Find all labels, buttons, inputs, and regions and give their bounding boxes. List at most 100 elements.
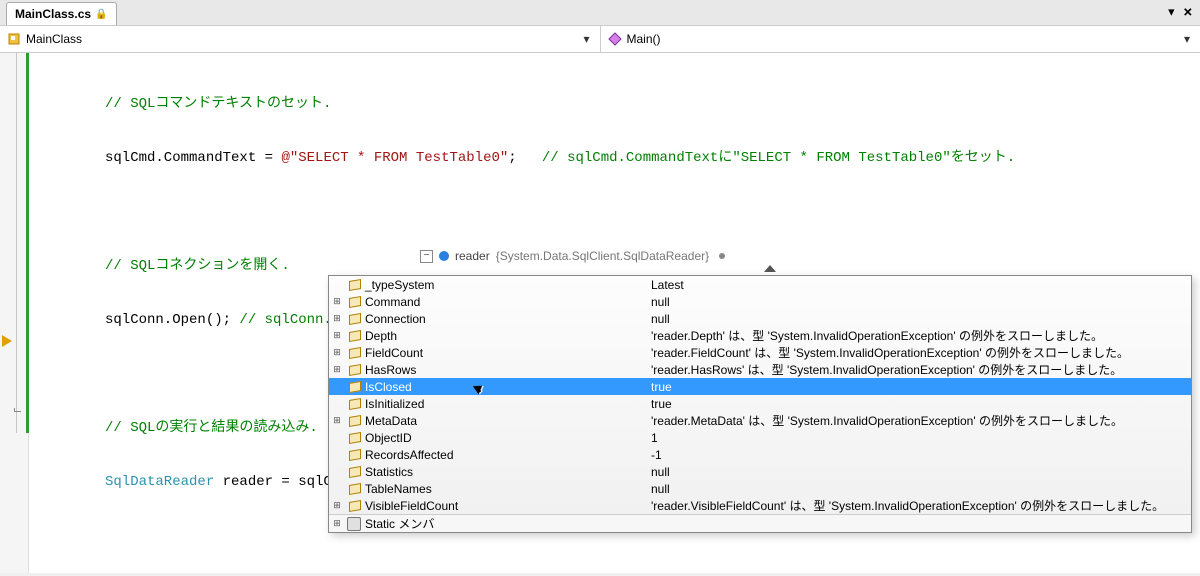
datatip-property-value: null: [645, 312, 1191, 326]
datatip-row[interactable]: ⊞ Connectionnull: [329, 310, 1191, 327]
expand-toggle[interactable]: ⊞: [329, 347, 345, 358]
property-icon: [345, 398, 363, 410]
datatip-row[interactable]: ⊞ Depth'reader.Depth' は、型 'System.Invalid…: [329, 327, 1191, 344]
tab-menu-button[interactable]: ▾: [1165, 4, 1177, 21]
pin-icon[interactable]: [719, 253, 725, 259]
outline-bar: [16, 53, 17, 433]
collapse-icon[interactable]: −: [420, 250, 433, 263]
outline-end-icon: [14, 408, 21, 412]
execution-pointer-icon: [2, 335, 12, 347]
property-icon: [345, 347, 363, 359]
datatip-row[interactable]: ⊞ FieldCount'reader.FieldCount' は、型 'Syst…: [329, 344, 1191, 361]
code-comment: // SQLコマンドテキストのセット.: [105, 96, 331, 112]
datatip-row[interactable]: TableNamesnull: [329, 480, 1191, 497]
property-icon: [345, 313, 363, 325]
datatip-property-value: null: [645, 465, 1191, 479]
datatip-static-label: Static メンバ: [363, 515, 645, 532]
datatip-property-name: RecordsAffected: [363, 448, 645, 462]
code-string: @"SELECT * FROM TestTable0": [281, 150, 508, 166]
datatip-property-value: Latest: [645, 278, 1191, 292]
datatip-object-type: {System.Data.SqlClient.SqlDataReader}: [496, 249, 709, 263]
property-icon: [345, 432, 363, 444]
code-editor[interactable]: // SQLコマンドテキストのセット. sqlCmd.CommandText =…: [0, 53, 1200, 573]
chevron-down-icon: ▾: [1180, 32, 1194, 46]
datatip-property-value: 'reader.HasRows' は、型 'System.InvalidOper…: [645, 361, 1191, 378]
code-text: sqlCmd.CommandText =: [105, 150, 281, 166]
code-text: sqlConn.Open();: [105, 312, 239, 328]
file-tab-mainclass[interactable]: MainClass.cs 🔒: [6, 2, 117, 25]
datatip-property-value: null: [645, 295, 1191, 309]
datatip-row[interactable]: ⊞Commandnull: [329, 293, 1191, 310]
datatip-property-name: FieldCount: [363, 346, 645, 360]
class-combo[interactable]: MainClass ▾: [0, 26, 601, 52]
datatip-row[interactable]: _typeSystemLatest: [329, 276, 1191, 293]
datatip-header: − reader {System.Data.SqlClient.SqlDataR…: [420, 249, 725, 263]
property-icon: [345, 483, 363, 495]
datatip-row[interactable]: ⊞ MetaData'reader.MetaData' は、型 'System.I…: [329, 412, 1191, 429]
property-icon: [345, 364, 363, 376]
lock-icon: 🔒: [95, 9, 107, 20]
code-text: ;: [508, 150, 542, 166]
code-comment: // sqlCmd.CommandTextに"SELECT * FROM Tes…: [542, 150, 1015, 166]
expand-toggle[interactable]: ⊞: [329, 518, 345, 529]
code-comment: // SQLコネクションを開く.: [105, 258, 290, 274]
tab-strip: MainClass.cs 🔒 ▾ ✕: [0, 0, 1200, 26]
datatip-property-value: null: [645, 482, 1191, 496]
datatip-property-name: IsInitialized: [363, 397, 645, 411]
datatip-property-value: true: [645, 397, 1191, 411]
datatip-property-value: 'reader.FieldCount' は、型 'System.InvalidO…: [645, 344, 1191, 361]
member-combo-label: Main(): [627, 32, 661, 46]
property-icon: [345, 330, 363, 342]
file-tab-label: MainClass.cs: [15, 7, 91, 21]
datatip-property-name: IsClosed: [363, 380, 645, 394]
datatip-grid[interactable]: _typeSystemLatest⊞Commandnull⊞Connection…: [328, 275, 1192, 533]
editor-gutter: [0, 53, 29, 573]
datatip-object-name: reader: [455, 249, 490, 263]
datatip-property-name: MetaData: [363, 414, 645, 428]
code-type: SqlDataReader: [105, 474, 214, 490]
datatip-row[interactable]: ⊞ VisibleFieldCount'reader.VisibleFieldCo…: [329, 497, 1191, 514]
class-combo-label: MainClass: [26, 32, 82, 46]
datatip-row[interactable]: RecordsAffected-1: [329, 446, 1191, 463]
datatip-property-value: 1: [645, 431, 1191, 445]
property-icon: [345, 415, 363, 427]
code-comment: // SQLの実行と結果の読み込み.: [105, 420, 318, 436]
scroll-up-icon[interactable]: [764, 265, 776, 272]
static-icon: [345, 517, 363, 531]
expand-toggle[interactable]: ⊞: [329, 313, 345, 324]
datatip-row[interactable]: ⊞ HasRows'reader.HasRows' は、型 'System.Inv…: [329, 361, 1191, 378]
class-icon: [6, 31, 22, 47]
datatip-property-value: -1: [645, 448, 1191, 462]
datatip-property-value: 'reader.MetaData' は、型 'System.InvalidOpe…: [645, 412, 1191, 429]
property-icon: [345, 296, 363, 308]
member-combo[interactable]: Main() ▾: [601, 26, 1200, 52]
datatip-property-name: Depth: [363, 329, 645, 343]
datatip-row[interactable]: ObjectID1: [329, 429, 1191, 446]
datatip-property-name: HasRows: [363, 363, 645, 377]
datatip-row[interactable]: IsClosedtrue: [329, 378, 1191, 395]
property-icon: [345, 381, 363, 393]
datatip-property-name: ObjectID: [363, 431, 645, 445]
object-icon: [439, 251, 449, 261]
property-icon: [345, 466, 363, 478]
datatip-property-name: TableNames: [363, 482, 645, 496]
chevron-down-icon: ▾: [580, 32, 594, 46]
datatip-property-value: 'reader.VisibleFieldCount' は、型 'System.I…: [645, 497, 1191, 514]
datatip-row[interactable]: Statisticsnull: [329, 463, 1191, 480]
expand-toggle[interactable]: ⊞: [329, 296, 345, 307]
method-icon: [607, 31, 623, 47]
expand-toggle[interactable]: ⊞: [329, 364, 345, 375]
property-icon: [345, 449, 363, 461]
property-icon: [345, 279, 363, 291]
expand-toggle[interactable]: ⊞: [329, 330, 345, 341]
datatip-property-value: 'reader.Depth' は、型 'System.InvalidOperat…: [645, 327, 1191, 344]
datatip-property-name: VisibleFieldCount: [363, 499, 645, 513]
tab-close-button[interactable]: ✕: [1182, 4, 1194, 21]
tab-right-controls: ▾ ✕: [1165, 4, 1200, 21]
expand-toggle[interactable]: ⊞: [329, 500, 345, 511]
datatip-static-row[interactable]: ⊞ Static メンバ: [329, 514, 1191, 532]
datatip-property-value: true: [645, 380, 1191, 394]
expand-toggle[interactable]: ⊞: [329, 415, 345, 426]
datatip-property-name: Connection: [363, 312, 645, 326]
datatip-row[interactable]: IsInitializedtrue: [329, 395, 1191, 412]
